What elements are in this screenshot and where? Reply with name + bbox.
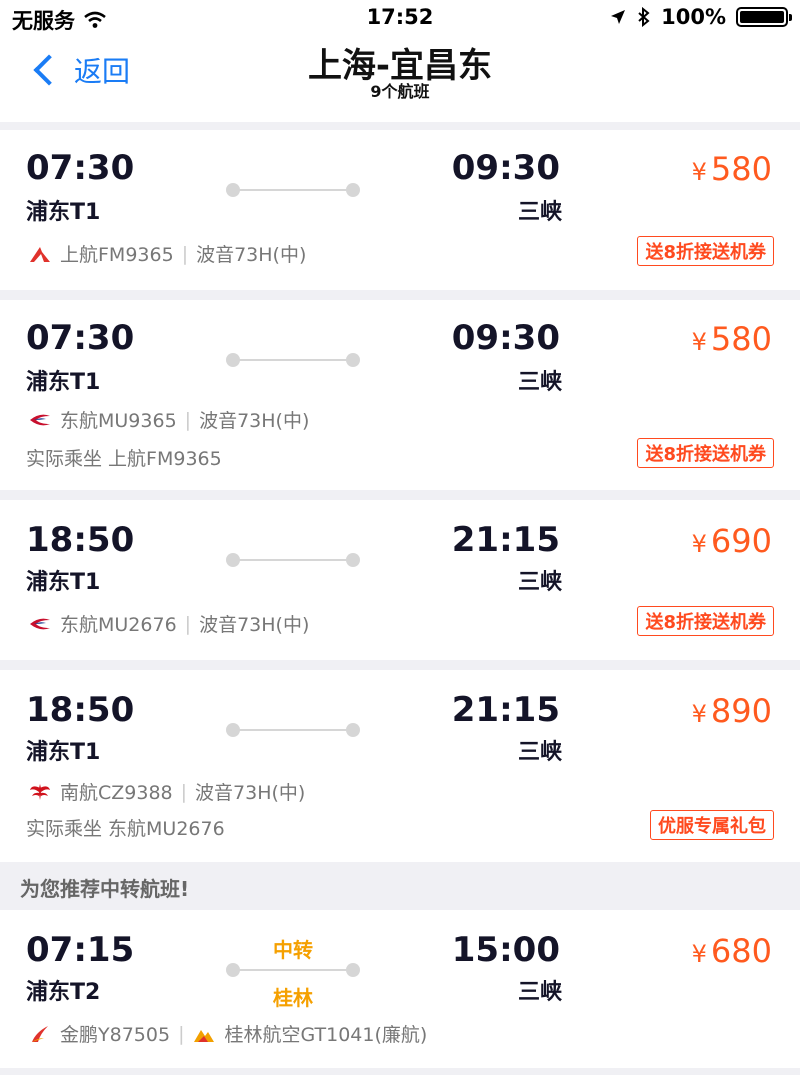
transfer-label: 中转 bbox=[273, 938, 313, 962]
airline-flight-number: 桂林航空GT1041(廉航) bbox=[224, 1024, 428, 1046]
arrival-airport: 三峡 bbox=[517, 570, 562, 595]
flight-timeline bbox=[226, 183, 360, 197]
flight-timeline bbox=[226, 723, 360, 737]
china-southern-logo-icon bbox=[30, 783, 50, 800]
arrival-airport: 三峡 bbox=[517, 200, 562, 225]
currency-symbol: ¥ bbox=[691, 158, 707, 186]
currency-symbol: ¥ bbox=[691, 700, 707, 728]
currency-symbol: ¥ bbox=[691, 328, 707, 356]
china-eastern-logo-icon bbox=[30, 414, 50, 425]
airline-flight-number: 东航MU2676 bbox=[60, 614, 177, 636]
flight-card[interactable]: 07:30 浦东T1 09:30 三峡 ¥580 上航FM9365 | 波音73… bbox=[0, 130, 800, 290]
flight-card[interactable]: 07:30 浦东T1 09:30 三峡 ¥580 东航MU9365 | 波音73… bbox=[0, 300, 800, 490]
shanghai-airlines-logo-icon bbox=[30, 246, 50, 262]
currency-symbol: ¥ bbox=[691, 530, 707, 558]
departure-time: 07:30 bbox=[26, 318, 135, 358]
price-value: 580 bbox=[710, 150, 772, 188]
battery-percent: 100% bbox=[661, 5, 726, 29]
aircraft-type: 波音73H(中) bbox=[199, 410, 310, 432]
departure-airport: 浦东T1 bbox=[26, 740, 101, 765]
price: ¥890 bbox=[692, 692, 772, 730]
aircraft-type: 波音73H(中) bbox=[196, 244, 307, 266]
price-value: 680 bbox=[710, 932, 772, 970]
flight-count: 9个航班 bbox=[370, 82, 430, 101]
price-value: 690 bbox=[710, 522, 772, 560]
promo-badge[interactable]: 送8折接送机券 bbox=[637, 438, 774, 468]
aircraft-type: 波音73H(中) bbox=[199, 614, 310, 636]
flight-info: 南航CZ9388 | 波音73H(中) bbox=[28, 778, 305, 805]
airline-flight-number: 东航MU9365 bbox=[60, 410, 177, 432]
jinpeng-logo-icon bbox=[32, 1025, 48, 1042]
flight-card[interactable]: 18:50 浦东T1 21:15 三峡 ¥690 东航MU2676 | 波音73… bbox=[0, 500, 800, 660]
arrival-time: 15:00 bbox=[451, 930, 560, 970]
status-bar: 无服务 17:52 100% bbox=[0, 0, 800, 34]
departure-time: 18:50 bbox=[26, 690, 135, 730]
currency-symbol: ¥ bbox=[691, 940, 707, 968]
location-arrow-icon bbox=[611, 10, 626, 24]
promo-badge[interactable]: 送8折接送机券 bbox=[637, 606, 774, 636]
transfer-section-header: 为您推荐中转航班! bbox=[0, 862, 800, 910]
transfer-flight-card[interactable]: 07:15 浦东T2 中转 桂林 15:00 三峡 ¥680 金鹏Y87505 … bbox=[0, 910, 800, 1068]
flight-timeline bbox=[226, 553, 360, 567]
flight-timeline bbox=[226, 353, 360, 367]
section-title: 为您推荐中转航班! bbox=[20, 877, 190, 901]
airline-flight-number: 上航FM9365 bbox=[60, 244, 174, 266]
departure-airport: 浦东T2 bbox=[26, 980, 101, 1005]
flight-card[interactable]: 18:50 浦东T1 21:15 三峡 ¥890 南航CZ9388 | 波音73… bbox=[0, 670, 800, 862]
battery-icon bbox=[736, 7, 792, 27]
departure-time: 18:50 bbox=[26, 520, 135, 560]
departure-time: 07:15 bbox=[26, 930, 135, 970]
arrival-airport: 三峡 bbox=[517, 980, 562, 1005]
status-right: 100% bbox=[609, 5, 792, 29]
price-value: 580 bbox=[710, 320, 772, 358]
arrival-airport: 三峡 bbox=[517, 740, 562, 765]
price: ¥680 bbox=[692, 932, 772, 970]
price: ¥690 bbox=[692, 522, 772, 560]
departure-time: 07:30 bbox=[26, 148, 135, 188]
arrival-time: 21:15 bbox=[451, 690, 560, 730]
flight-timeline bbox=[226, 963, 360, 977]
departure-airport: 浦东T1 bbox=[26, 570, 101, 595]
guilin-airlines-logo-icon bbox=[194, 1029, 215, 1042]
price-value: 890 bbox=[710, 692, 772, 730]
bluetooth-icon bbox=[638, 7, 650, 27]
promo-badge[interactable]: 送8折接送机券 bbox=[637, 236, 774, 266]
nav-bar: 返回 上海-宜昌东 9个航班 bbox=[0, 34, 800, 122]
arrival-time: 09:30 bbox=[451, 318, 560, 358]
promo-badge[interactable]: 优服专属礼包 bbox=[650, 810, 774, 840]
airline-flight-number: 南航CZ9388 bbox=[60, 782, 173, 804]
departure-airport: 浦东T1 bbox=[26, 370, 101, 395]
china-eastern-logo-icon bbox=[30, 618, 50, 629]
operated-by: 实际乘坐 东航MU2676 bbox=[26, 818, 225, 840]
price: ¥580 bbox=[692, 150, 772, 188]
flight-info: 东航MU2676 | 波音73H(中) bbox=[28, 610, 309, 637]
operated-by: 实际乘坐 上航FM9365 bbox=[26, 448, 222, 470]
airline-flight-number: 金鹏Y87505 bbox=[60, 1024, 171, 1046]
departure-airport: 浦东T1 bbox=[26, 200, 101, 225]
flight-info: 上航FM9365 | 波音73H(中) bbox=[28, 240, 306, 267]
arrival-time: 21:15 bbox=[451, 520, 560, 560]
arrival-time: 09:30 bbox=[451, 148, 560, 188]
flight-info: 金鹏Y87505 | 桂林航空GT1041(廉航) bbox=[28, 1020, 427, 1047]
arrival-airport: 三峡 bbox=[517, 370, 562, 395]
price: ¥580 bbox=[692, 320, 772, 358]
aircraft-type: 波音73H(中) bbox=[195, 782, 306, 804]
flight-info: 东航MU9365 | 波音73H(中) bbox=[28, 406, 309, 433]
transfer-city: 桂林 bbox=[273, 986, 313, 1010]
